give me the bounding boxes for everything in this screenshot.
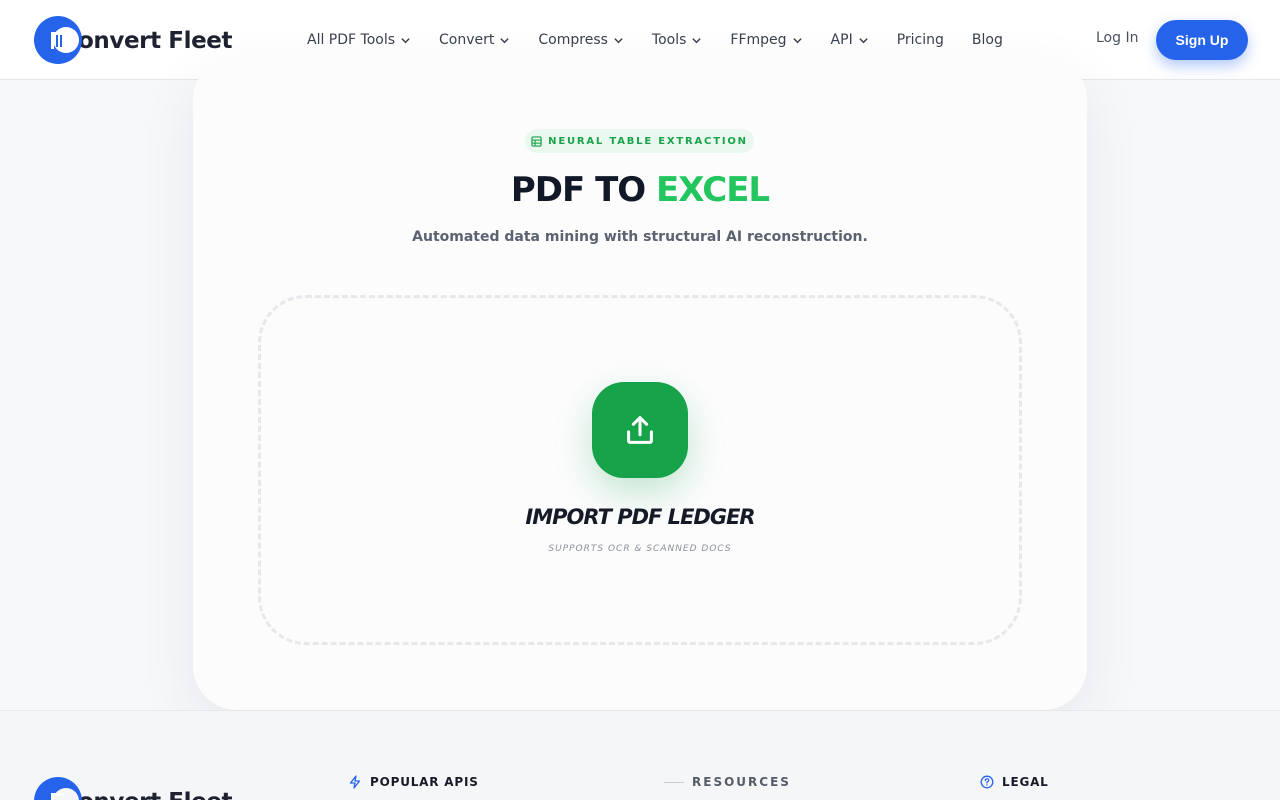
chevron-down-icon (792, 37, 802, 43)
footer-col-label: LEGAL (1002, 775, 1049, 789)
chevron-down-icon (859, 37, 868, 43)
signup-button[interactable]: Sign Up (1156, 20, 1248, 60)
upload-button[interactable] (592, 382, 688, 478)
feature-badge: NEURAL TABLE EXTRACTION (525, 129, 754, 153)
dash-divider (664, 781, 684, 783)
nav-convert[interactable]: Convert (439, 32, 510, 48)
lightning-icon (349, 775, 361, 789)
import-sublabel: SUPPORTS OCR & SCANNED DOCS (548, 544, 732, 554)
upload-icon (627, 416, 653, 444)
footer-col-label: RESOURCES (692, 775, 791, 789)
chevron-down-icon (692, 37, 702, 43)
logo-mark-icon (34, 773, 82, 800)
chevron-down-icon (500, 37, 510, 43)
table-icon (531, 135, 542, 147)
nav-label: Convert (439, 32, 495, 48)
nav-tools[interactable]: Tools (652, 32, 703, 48)
footer-col-popular-apis: POPULAR APIS (348, 775, 479, 789)
footer-col-label: POPULAR APIS (370, 775, 479, 789)
nav-pricing[interactable]: Pricing (897, 32, 944, 48)
footer-brand-logo[interactable]: onvert Fleet (34, 773, 233, 800)
nav-blog[interactable]: Blog (972, 32, 1003, 48)
nav-ffmpeg[interactable]: FFmpeg (730, 32, 802, 48)
title-accent: EXCEL (656, 170, 770, 210)
brand-logo[interactable]: onvert Fleet (34, 12, 233, 68)
nav-label: Blog (971, 32, 1003, 48)
footer-brand-name: onvert Fleet (78, 789, 233, 800)
nav-all-pdf-tools[interactable]: All PDF Tools (307, 32, 411, 48)
badge-label: NEURAL TABLE EXTRACTION (548, 135, 748, 147)
site-footer: onvert Fleet POPULAR APIS RESOURCES LEGA… (0, 710, 1280, 800)
nav-compress[interactable]: Compress (538, 32, 624, 48)
import-label: IMPORT PDF LEDGER (525, 505, 755, 529)
title-main: PDF TO (510, 170, 657, 210)
page-title: PDF TO EXCEL (0, 170, 1280, 210)
help-circle-icon (980, 775, 994, 789)
chevron-down-icon (401, 37, 410, 43)
nav-label: FFmpeg (730, 32, 787, 48)
logo-mark-icon (34, 12, 82, 68)
chevron-down-icon (614, 37, 623, 43)
footer-col-legal: LEGAL (980, 775, 1049, 789)
nav-label: API (830, 32, 853, 48)
page-subtitle: Automated data mining with structural AI… (412, 229, 868, 245)
nav-label: Tools (651, 32, 687, 48)
login-link[interactable]: Log In (1096, 30, 1138, 46)
nav-api[interactable]: API (831, 32, 869, 48)
footer-col-resources: RESOURCES (664, 775, 791, 789)
nav-label: Compress (538, 32, 608, 48)
brand-name: onvert Fleet (78, 27, 233, 54)
nav-label: Pricing (896, 32, 944, 48)
nav-label: All PDF Tools (307, 32, 396, 48)
